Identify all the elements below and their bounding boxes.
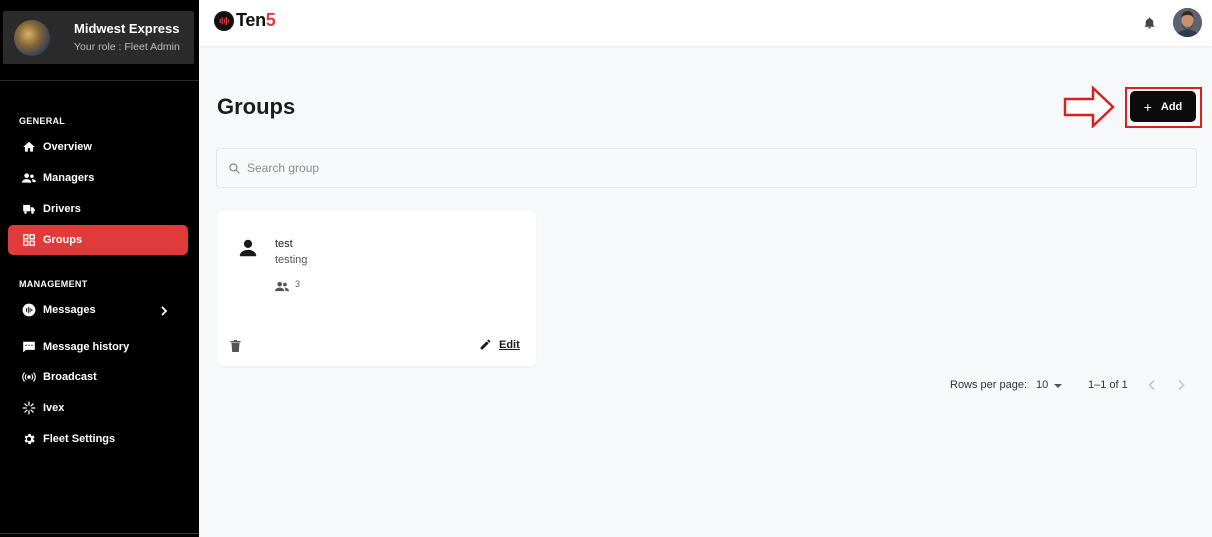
sidebar-item-groups[interactable]: Groups [8,225,188,255]
rows-per-page-value: 10 [1036,379,1049,391]
add-button-label: Add [1160,100,1183,113]
group-description: testing [275,254,308,266]
sidebar-item-label: Message history [43,341,130,353]
sidebar-item-label: Messages [43,304,96,316]
sidebar-item-label: Overview [43,141,92,153]
caret-down-icon [1054,383,1063,388]
bell-icon[interactable] [1143,16,1156,30]
section-label-management: MANAGEMENT [19,279,88,289]
logo-mark-icon [214,10,234,31]
member-count: 3 [295,279,301,289]
pencil-icon [479,338,492,351]
messages-icon [22,303,36,317]
sidebar-item-fleet-settings[interactable]: Fleet Settings [8,424,188,454]
logo-text-accent: 5 [265,10,276,30]
broadcast-icon [22,370,36,384]
chevron-right-icon [158,304,170,316]
page-title: Groups [217,94,296,119]
sidebar-item-ivex[interactable]: Ivex [8,393,188,423]
edit-group-button[interactable]: Edit [479,338,520,351]
sidebar-item-messages[interactable]: Messages [8,295,188,325]
home-icon [22,140,36,154]
sidebar-item-label: Fleet Settings [43,433,116,445]
sidebar-item-drivers[interactable]: Drivers [8,194,188,224]
rows-per-page-label: Rows per page: [950,379,1028,391]
gear-icon [22,432,36,446]
user-avatar[interactable] [1173,8,1202,37]
group-card[interactable]: test testing 3 Edit [217,211,536,366]
chevron-left-icon[interactable] [1146,378,1158,392]
members-icon [275,279,289,292]
sidebar-divider [0,533,199,534]
chevron-right-icon[interactable] [1175,378,1187,392]
org-avatar [14,19,50,56]
sidebar-item-label: Broadcast [43,371,97,383]
app-logo[interactable]: Ten5 [214,10,276,31]
sidebar-item-overview[interactable]: Overview [8,132,188,162]
group-name: test [275,238,293,250]
add-group-button[interactable]: + Add [1130,91,1196,122]
sidebar-item-label: Groups [43,234,83,246]
search-bar [216,148,1197,188]
sidebar: Midwest Express Your role : Fleet Admin … [0,0,199,537]
sidebar-item-label: Ivex [43,402,65,414]
arrow-annotation-icon [1063,86,1115,128]
pagination-range: 1–1 of 1 [1088,379,1128,391]
truck-icon [22,202,36,216]
sidebar-item-broadcast[interactable]: Broadcast [8,362,188,392]
sidebar-item-label: Managers [43,172,95,184]
search-icon [228,162,241,175]
grid-icon [22,233,36,247]
topbar: Ten5 [199,0,1212,46]
org-name: Midwest Express [74,20,180,36]
loader-icon [22,401,36,415]
search-input[interactable] [247,161,1147,175]
plus-icon: + [1143,98,1152,115]
rows-per-page-select[interactable]: 10 [1036,379,1063,391]
chat-icon [22,340,36,354]
trash-icon[interactable] [230,339,241,352]
section-label-general: GENERAL [19,116,66,126]
sidebar-item-label: Drivers [43,203,81,215]
managers-icon [22,171,36,185]
edit-label: Edit [499,338,520,351]
logo-text: Ten [236,10,266,30]
sidebar-item-managers[interactable]: Managers [8,163,188,193]
person-icon [237,237,259,259]
org-role: Your role : Fleet Admin [74,40,180,53]
org-switcher[interactable]: Midwest Express Your role : Fleet Admin [3,11,194,64]
sidebar-divider [0,80,199,81]
sidebar-item-message-history[interactable]: Message history [8,332,188,362]
